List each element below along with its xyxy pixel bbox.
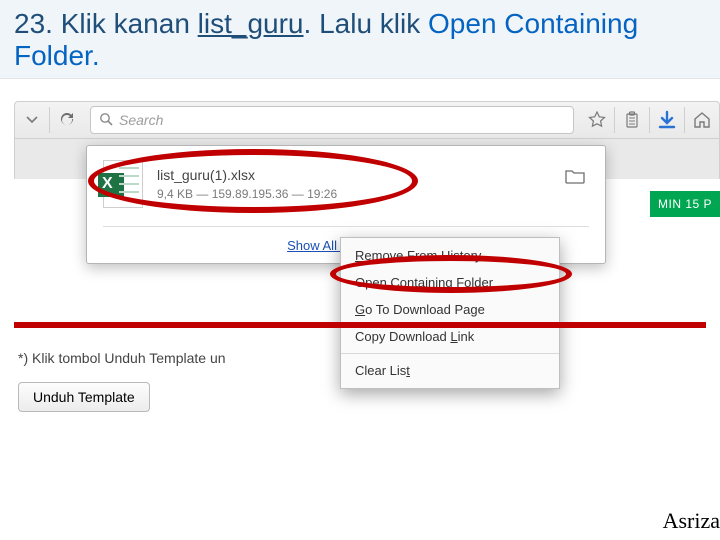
download-size: 9,4 KB <box>157 187 193 201</box>
home-icon[interactable] <box>685 103 719 137</box>
menu-open-containing-folder[interactable]: Open Containing Folder <box>341 269 559 296</box>
menu-remove-from-history[interactable]: Remove From History <box>341 242 559 269</box>
search-placeholder: Search <box>119 112 163 128</box>
title-suffix: . <box>92 40 100 71</box>
title-middle: . Lalu klik <box>304 8 429 39</box>
slide-title: 23. Klik kanan list_guru. Lalu klik Open… <box>0 0 720 79</box>
download-filename: list_guru(1).xlsx <box>157 167 337 183</box>
unduh-template-button[interactable]: Unduh Template <box>18 382 150 412</box>
download-item[interactable]: list_guru(1).xlsx 9,4 KB — 159.89.195.36… <box>103 160 589 208</box>
open-folder-icon[interactable] <box>565 168 585 189</box>
search-icon <box>99 112 113 129</box>
toolbar-right <box>580 103 719 137</box>
green-badge: MIN 15 P <box>650 191 720 217</box>
footer-author: Asriza <box>663 508 720 534</box>
note-text: *) Klik tombol Unduh Template un <box>18 350 226 366</box>
dropdown-icon[interactable] <box>15 103 49 137</box>
menu-separator <box>341 353 559 354</box>
search-input[interactable]: Search <box>90 106 574 134</box>
download-time: 19:26 <box>307 187 337 201</box>
context-menu: Remove From History Open Containing Fold… <box>340 237 560 389</box>
red-divider <box>14 322 706 328</box>
download-text: list_guru(1).xlsx 9,4 KB — 159.89.195.36… <box>157 167 337 201</box>
star-icon[interactable] <box>580 103 614 137</box>
download-host: 159.89.195.36 <box>212 187 289 201</box>
browser-chrome: Search list_guru(1).xlsx <box>14 101 720 179</box>
title-prefix: 23. Klik kanan <box>14 8 198 39</box>
menu-go-to-download-page[interactable]: Go To Download Page <box>341 296 559 323</box>
browser-toolbar: Search <box>14 101 720 139</box>
title-filename: list_guru <box>198 8 304 39</box>
menu-clear-list[interactable]: Clear List <box>341 357 559 384</box>
clipboard-icon[interactable] <box>615 103 649 137</box>
reload-icon[interactable] <box>50 103 84 137</box>
download-arrow-icon[interactable] <box>650 103 684 137</box>
excel-file-icon <box>103 160 143 208</box>
download-meta: 9,4 KB — 159.89.195.36 — 19:26 <box>157 187 337 201</box>
